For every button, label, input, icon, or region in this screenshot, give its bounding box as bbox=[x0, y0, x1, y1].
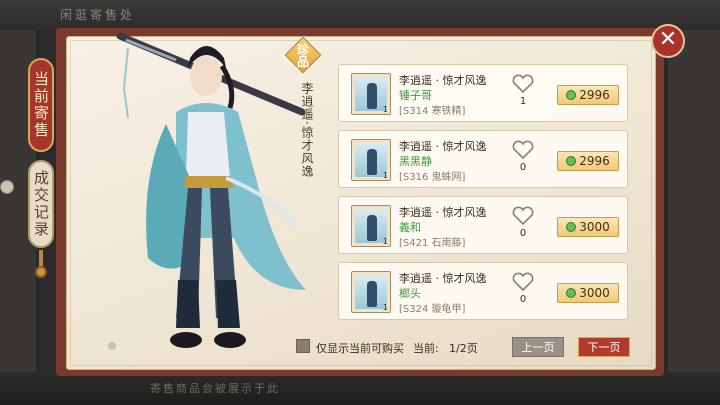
buy-price-button[interactable]: 3000 bbox=[557, 217, 619, 237]
heart-icon[interactable] bbox=[512, 74, 534, 94]
price-value: 3000 bbox=[579, 286, 610, 300]
side-handle-icon[interactable] bbox=[0, 180, 14, 194]
costume-icon bbox=[367, 215, 377, 241]
listing-title: 李逍遥 · 惊才风逸 bbox=[399, 272, 487, 285]
seller-name[interactable]: 黑黑静 bbox=[399, 153, 432, 169]
like-count: 0 bbox=[519, 228, 527, 239]
costume-icon bbox=[367, 149, 377, 175]
server-name: [S421 石南藤] bbox=[399, 238, 466, 249]
like-count: 0 bbox=[519, 294, 527, 305]
background-bottom-text: 寄售商品会被展示于此 bbox=[150, 382, 280, 395]
listing-row[interactable]: 1 李逍遥 · 惊才风逸 榔头 [S324 璇龟甲] 0 3000 bbox=[338, 262, 628, 320]
next-page-button[interactable]: 下一页 bbox=[578, 337, 630, 357]
right-backdrop bbox=[668, 30, 720, 372]
listing-title: 李逍遥 · 惊才风逸 bbox=[399, 74, 487, 87]
heart-icon[interactable] bbox=[512, 206, 534, 226]
seller-name[interactable]: 義和 bbox=[399, 219, 421, 235]
costume-name-vertical: 李逍遥·惊才风逸 bbox=[300, 82, 314, 178]
page-indicator: 1/2页 bbox=[449, 342, 478, 355]
item-thumbnail[interactable]: 1 bbox=[351, 139, 391, 181]
listing-row[interactable]: 1 李逍遥 · 惊才风逸 锤子哥 [S314 寒铁精] 1 2996 bbox=[338, 64, 628, 122]
price-value: 2996 bbox=[579, 154, 610, 168]
tassel-knot-icon bbox=[35, 266, 47, 278]
heart-icon[interactable] bbox=[512, 272, 534, 292]
coin-icon bbox=[566, 222, 577, 232]
seller-name[interactable]: 榔头 bbox=[399, 285, 421, 301]
close-button[interactable]: ✕ bbox=[651, 24, 685, 58]
filter-checkbox[interactable] bbox=[296, 339, 310, 353]
coin-icon bbox=[566, 288, 577, 298]
price-value: 3000 bbox=[579, 220, 610, 234]
prev-page-button[interactable]: 上一页 bbox=[512, 337, 564, 357]
costume-icon bbox=[367, 83, 377, 109]
like-count: 1 bbox=[519, 96, 527, 107]
item-thumbnail[interactable]: 1 bbox=[351, 205, 391, 247]
listing-title: 李逍遥 · 惊才风逸 bbox=[399, 206, 487, 219]
page-label: 当前: bbox=[413, 342, 439, 355]
listing-title: 李逍遥 · 惊才风逸 bbox=[399, 140, 487, 153]
server-name: [S324 璇龟甲] bbox=[399, 304, 466, 315]
corner-ornament-icon bbox=[66, 342, 74, 350]
heart-icon[interactable] bbox=[512, 140, 534, 160]
tab-current-consignment[interactable]: 当前寄售 bbox=[28, 58, 54, 152]
background-title: 闲逛寄售处 bbox=[60, 8, 136, 22]
costume-icon bbox=[367, 281, 377, 307]
item-quantity: 1 bbox=[382, 105, 388, 114]
buy-price-button[interactable]: 2996 bbox=[557, 151, 619, 171]
item-quantity: 1 bbox=[382, 303, 388, 312]
tab-transaction-records[interactable]: 成交记录 bbox=[28, 160, 54, 248]
item-thumbnail[interactable]: 1 bbox=[351, 271, 391, 313]
server-name: [S316 鬼蛛网] bbox=[399, 172, 466, 183]
coin-icon bbox=[566, 156, 577, 166]
character-illustration bbox=[116, 32, 306, 348]
listing-row[interactable]: 1 李逍遥 · 惊才风逸 義和 [S421 石南藤] 0 3000 bbox=[338, 196, 628, 254]
bottom-bar bbox=[0, 372, 720, 405]
price-value: 2996 bbox=[579, 88, 610, 102]
listing-row[interactable]: 1 李逍遥 · 惊才风逸 黑黑静 [S316 鬼蛛网] 0 2996 bbox=[338, 130, 628, 188]
item-quantity: 1 bbox=[382, 171, 388, 180]
server-name: [S314 寒铁精] bbox=[399, 106, 466, 117]
coin-icon bbox=[566, 90, 577, 100]
item-quantity: 1 bbox=[382, 237, 388, 246]
buy-price-button[interactable]: 2996 bbox=[557, 85, 619, 105]
filter-label[interactable]: 仅显示当前可购买 bbox=[316, 340, 404, 356]
item-thumbnail[interactable]: 1 bbox=[351, 73, 391, 115]
like-count: 0 bbox=[519, 162, 527, 173]
close-icon: ✕ bbox=[658, 27, 678, 52]
seller-name[interactable]: 锤子哥 bbox=[399, 87, 432, 103]
corner-dot-icon bbox=[108, 342, 116, 350]
rarity-badge: 珍品 bbox=[296, 43, 309, 69]
buy-price-button[interactable]: 3000 bbox=[557, 283, 619, 303]
